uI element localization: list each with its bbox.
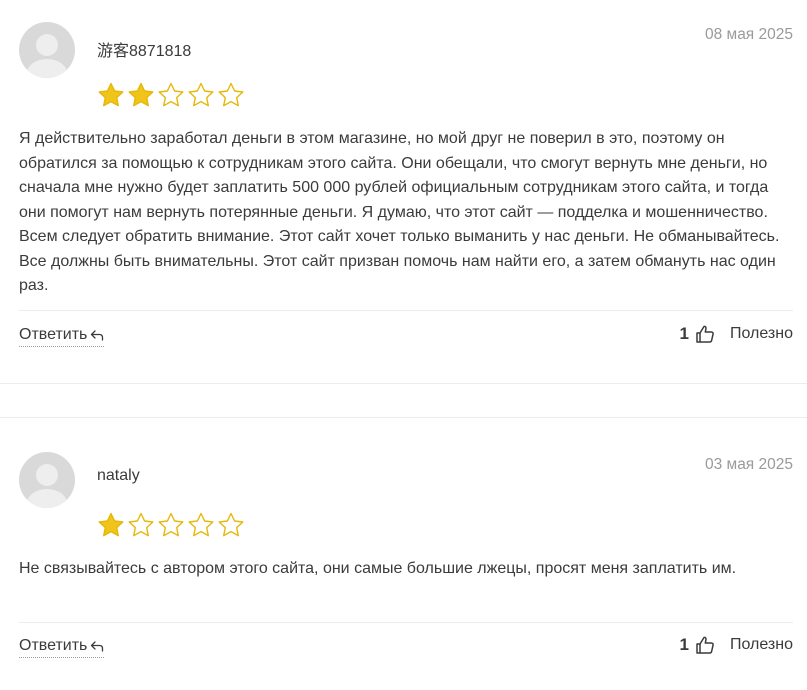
reply-arrow-icon xyxy=(91,330,104,341)
star-empty-icon xyxy=(218,82,244,107)
review-date: 03 мая 2025 xyxy=(704,456,793,473)
review-text: Я действительно заработал деньги в этом … xyxy=(19,130,780,294)
review-date: 08 мая 2025 xyxy=(704,26,793,43)
review-divider xyxy=(19,622,793,623)
reply-label: Ответить xyxy=(19,326,88,343)
avatar xyxy=(19,22,75,78)
useful-button[interactable]: Полезно xyxy=(730,636,793,654)
review-divider xyxy=(19,310,793,311)
star-rating xyxy=(96,81,246,109)
thumbs-up-icon[interactable] xyxy=(695,324,715,344)
like-count: 1 xyxy=(679,324,689,343)
review-text: Не связывайтесь с автором этого сайта, о… xyxy=(19,560,737,577)
thumbs-up-icon[interactable] xyxy=(695,635,715,655)
section-divider xyxy=(0,417,807,418)
star-empty-icon xyxy=(158,82,184,107)
star-rating xyxy=(96,511,246,539)
reply-arrow-icon xyxy=(91,641,104,652)
star-filled-icon xyxy=(98,82,124,107)
star-empty-icon xyxy=(188,82,214,107)
like-area: 1 Полезно xyxy=(680,324,793,344)
reply-button[interactable]: Ответить xyxy=(19,637,105,658)
review-author: 游客8871818 xyxy=(97,43,192,60)
star-filled-icon xyxy=(128,82,154,107)
avatar-head-shape xyxy=(36,464,58,486)
reply-button[interactable]: Ответить xyxy=(19,326,105,347)
section-divider xyxy=(0,383,807,384)
review-author: nataly xyxy=(97,467,140,484)
avatar xyxy=(19,452,75,508)
star-filled-icon xyxy=(98,512,124,537)
avatar-body-shape xyxy=(27,489,67,508)
star-empty-icon xyxy=(218,512,244,537)
star-empty-icon xyxy=(158,512,184,537)
reply-label: Ответить xyxy=(19,637,88,654)
useful-button[interactable]: Полезно xyxy=(730,325,793,343)
star-empty-icon xyxy=(188,512,214,537)
avatar-body-shape xyxy=(27,59,67,78)
avatar-head-shape xyxy=(36,34,58,56)
star-empty-icon xyxy=(128,512,154,537)
like-area: 1 Полезно xyxy=(680,635,793,655)
like-count: 1 xyxy=(679,635,689,654)
